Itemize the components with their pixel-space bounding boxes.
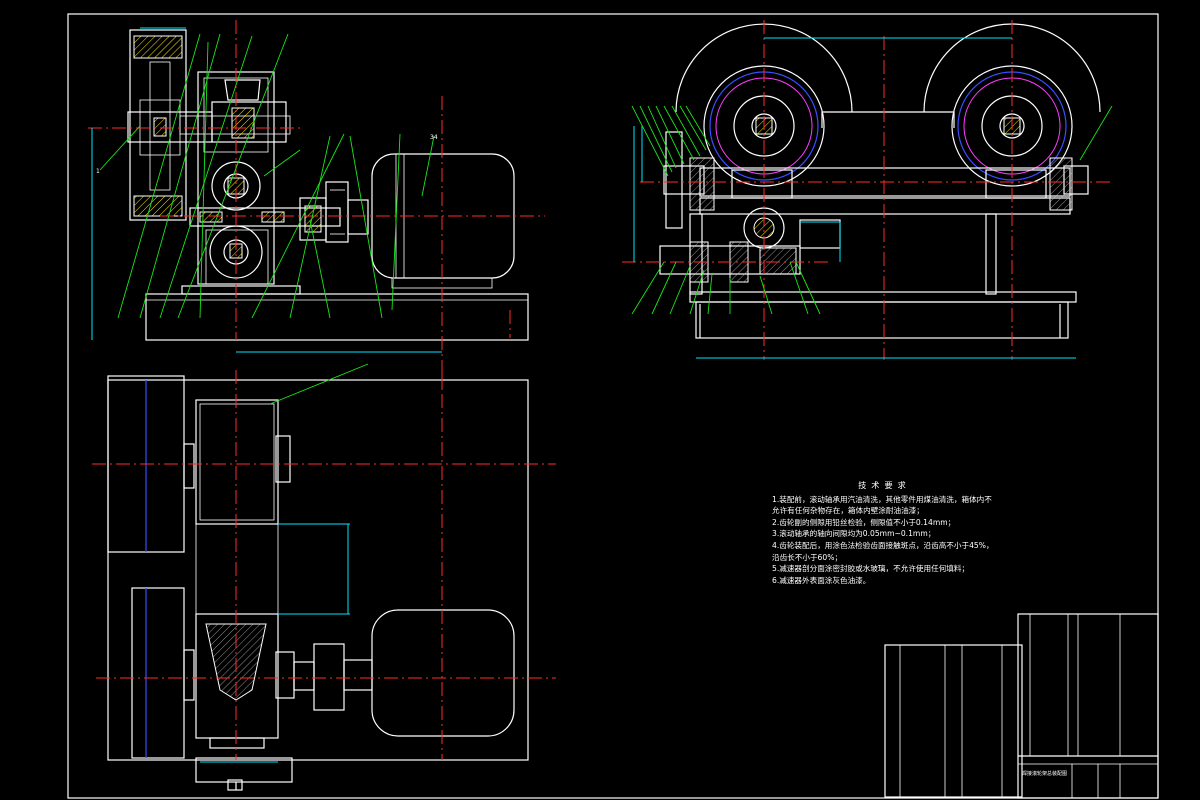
roller-wheel-front <box>127 29 213 221</box>
motor-front <box>371 153 515 289</box>
top-view-drive-unit <box>92 363 556 791</box>
requirement-line: 6.减速器外表面涂灰色油漆。 <box>772 575 871 585</box>
drawing-title-cell: 焊接滚轮架总装配图 <box>1022 771 1068 777</box>
wheel-part-number: 1 <box>96 168 100 175</box>
requirement-line: 5.减速器剖分面涂密封胶或水玻璃，不允许使用任何填料； <box>772 564 970 574</box>
requirement-line: 2.齿轮副的侧隙用铅丝检验，侧隙值不小于0.14mm； <box>772 517 956 527</box>
cad-drawing-canvas <box>67 13 1159 799</box>
side-view-roller-frame <box>622 20 1113 360</box>
front-view-drive-unit <box>88 20 545 390</box>
parts-list-table-a <box>884 644 1023 798</box>
technical-requirements: 技术要求 1.装配前，滚动轴承用汽油清洗，其他零件用煤油清洗，箱体内不允许有任何… <box>772 480 997 586</box>
requirement-line: 3.滚动轴承的轴向间隙均为0.05mm~0.1mm； <box>772 529 936 539</box>
technical-requirements-title: 技术要求 <box>858 480 911 490</box>
requirement-line: 4.齿轮装配后，用涂色法检验齿面接触斑点，沿齿高不小于45%，沿齿长不小于60%… <box>772 540 994 562</box>
roller-wheel-top-lower <box>131 587 195 759</box>
motor-part-number: 34 <box>430 134 438 141</box>
coupling-front <box>299 181 369 243</box>
requirement-line: 1.装配前，滚动轴承用汽油清洗，其他零件用煤油清洗，箱体内不允许有任何杂物存在，… <box>772 494 992 516</box>
